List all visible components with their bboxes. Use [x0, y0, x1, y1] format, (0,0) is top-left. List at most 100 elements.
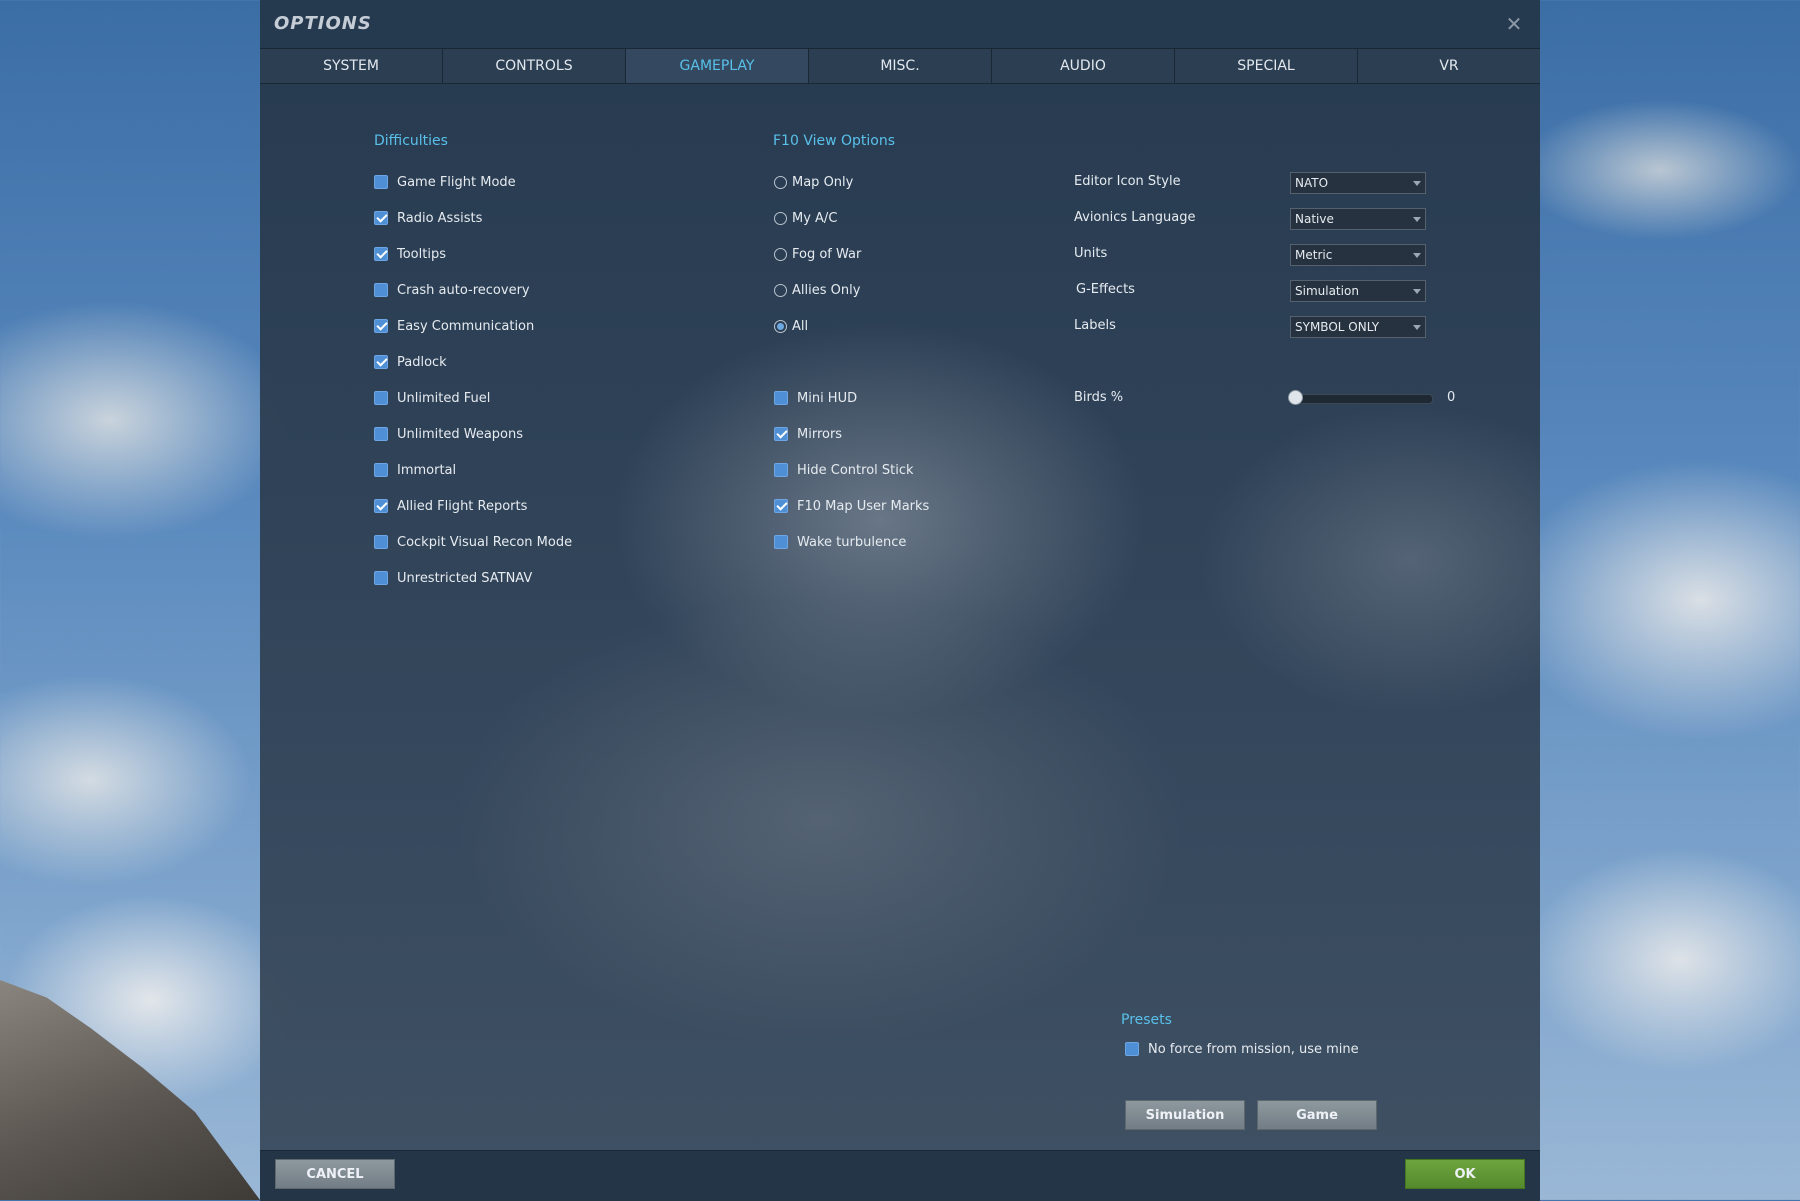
dropdown-value: Simulation: [1295, 284, 1359, 298]
f10-radio-label: My A/C: [792, 210, 838, 226]
f10-check-row-mini-hud[interactable]: Mini HUD: [774, 388, 857, 408]
difficulty-checkbox[interactable]: [374, 391, 388, 405]
difficulty-row-game-flight-mode[interactable]: Game Flight Mode: [374, 172, 516, 192]
f10-radio-row-allies-only[interactable]: Allies Only: [774, 280, 860, 300]
difficulty-row-easy-communication[interactable]: Easy Communication: [374, 316, 534, 336]
difficulty-row-tooltips[interactable]: Tooltips: [374, 244, 446, 264]
f10-radio-button[interactable]: [774, 247, 787, 261]
f10-checkbox[interactable]: [774, 427, 788, 441]
setting-dropdown-avionics-language[interactable]: Native: [1290, 208, 1426, 230]
no-force-checkbox-row[interactable]: No force from mission, use mine: [1125, 1039, 1359, 1059]
f10-check-row-mirrors[interactable]: Mirrors: [774, 424, 842, 444]
tab-misc[interactable]: MISC.: [809, 49, 992, 83]
difficulty-checkbox[interactable]: [374, 211, 388, 225]
chevron-down-icon: [1413, 325, 1421, 330]
difficulty-checkbox[interactable]: [374, 175, 388, 189]
ok-button[interactable]: OK: [1405, 1159, 1525, 1189]
rock-background: [0, 980, 260, 1200]
difficulty-checkbox[interactable]: [374, 535, 388, 549]
f10-checkbox[interactable]: [774, 535, 788, 549]
setting-dropdown-g-effects[interactable]: Simulation: [1290, 280, 1426, 302]
setting-label-g-effects: G-Effects: [1076, 282, 1135, 297]
difficulty-label: Radio Assists: [397, 210, 483, 226]
f10-radio-row-all[interactable]: All: [774, 316, 808, 336]
f10-radio-button[interactable]: [774, 319, 787, 333]
f10-checkbox[interactable]: [774, 499, 788, 513]
close-icon[interactable]: ✕: [1502, 12, 1526, 36]
preset-simulation-button[interactable]: Simulation: [1125, 1100, 1245, 1130]
difficulty-checkbox[interactable]: [374, 571, 388, 585]
f10-check-row-f10-map-user-marks[interactable]: F10 Map User Marks: [774, 496, 929, 516]
dropdown-value: NATO: [1295, 176, 1329, 190]
dropdown-value: Native: [1295, 212, 1334, 226]
difficulty-checkbox[interactable]: [374, 499, 388, 513]
cancel-button[interactable]: CANCEL: [275, 1159, 395, 1189]
setting-dropdown-units[interactable]: Metric: [1290, 244, 1426, 266]
difficulty-row-immortal[interactable]: Immortal: [374, 460, 456, 480]
preset-game-button[interactable]: Game: [1257, 1100, 1377, 1130]
birds-value: 0: [1447, 390, 1456, 405]
difficulty-checkbox[interactable]: [374, 247, 388, 261]
tab-gameplay[interactable]: GAMEPLAY: [626, 49, 809, 83]
f10-radio-row-map-only[interactable]: Map Only: [774, 172, 853, 192]
f10-radio-row-my-a-c[interactable]: My A/C: [774, 208, 837, 228]
difficulty-row-padlock[interactable]: Padlock: [374, 352, 447, 372]
difficulty-row-cockpit-visual-recon-mode[interactable]: Cockpit Visual Recon Mode: [374, 532, 572, 552]
f10-checkbox[interactable]: [774, 391, 788, 405]
dropdown-value: Metric: [1295, 248, 1333, 262]
difficulty-label: Crash auto-recovery: [397, 282, 530, 298]
chevron-down-icon: [1413, 253, 1421, 258]
difficulty-checkbox[interactable]: [374, 355, 388, 369]
title-bar: OPTIONS ✕: [260, 0, 1540, 48]
f10-radio-button[interactable]: [774, 211, 787, 225]
difficulty-checkbox[interactable]: [374, 319, 388, 333]
birds-slider-handle[interactable]: [1288, 390, 1303, 405]
f10-check-row-hide-control-stick[interactable]: Hide Control Stick: [774, 460, 914, 480]
difficulty-checkbox[interactable]: [374, 427, 388, 441]
difficulty-row-radio-assists[interactable]: Radio Assists: [374, 208, 482, 228]
difficulty-row-allied-flight-reports[interactable]: Allied Flight Reports: [374, 496, 527, 516]
difficulty-checkbox[interactable]: [374, 283, 388, 297]
f10-view-options-title: F10 View Options: [773, 133, 896, 149]
birds-slider-track[interactable]: [1295, 394, 1433, 404]
f10-checkbox-label: F10 Map User Marks: [797, 498, 930, 514]
tab-bar: SYSTEM CONTROLS GAMEPLAY MISC. AUDIO SPE…: [260, 48, 1540, 84]
difficulty-label: Unrestricted SATNAV: [397, 570, 533, 586]
difficulty-row-unlimited-weapons[interactable]: Unlimited Weapons: [374, 424, 523, 444]
no-force-checkbox[interactable]: [1125, 1042, 1139, 1056]
setting-label-units: Units: [1074, 246, 1108, 261]
f10-checkbox-label: Hide Control Stick: [797, 462, 914, 478]
no-force-label: No force from mission, use mine: [1148, 1041, 1359, 1057]
tab-vr[interactable]: VR: [1358, 49, 1540, 83]
difficulty-label: Game Flight Mode: [397, 174, 516, 190]
setting-dropdown-labels[interactable]: SYMBOL ONLY: [1290, 316, 1426, 338]
difficulty-row-crash-auto-recovery[interactable]: Crash auto-recovery: [374, 280, 530, 300]
f10-radio-button[interactable]: [774, 175, 787, 189]
difficulties-title: Difficulties: [374, 133, 448, 149]
chevron-down-icon: [1413, 217, 1421, 222]
setting-dropdown-editor-icon-style[interactable]: NATO: [1290, 172, 1426, 194]
difficulty-checkbox[interactable]: [374, 463, 388, 477]
options-dialog: OPTIONS ✕ SYSTEM CONTROLS GAMEPLAY MISC.…: [260, 0, 1540, 1201]
tab-special[interactable]: SPECIAL: [1175, 49, 1358, 83]
setting-label-editor-icon-style: Editor Icon Style: [1074, 174, 1181, 189]
f10-checkbox[interactable]: [774, 463, 788, 477]
footer-bar: CANCEL OK: [260, 1150, 1540, 1201]
f10-radio-label: All: [792, 318, 809, 334]
difficulty-label: Allied Flight Reports: [397, 498, 528, 514]
difficulty-row-unrestricted-satnav[interactable]: Unrestricted SATNAV: [374, 568, 532, 588]
dialog-title: OPTIONS: [274, 13, 372, 34]
difficulty-label: Padlock: [397, 354, 447, 370]
difficulty-row-unlimited-fuel[interactable]: Unlimited Fuel: [374, 388, 490, 408]
tab-controls[interactable]: CONTROLS: [443, 49, 626, 83]
tab-audio[interactable]: AUDIO: [992, 49, 1175, 83]
tab-system[interactable]: SYSTEM: [260, 49, 443, 83]
setting-label-avionics-language: Avionics Language: [1074, 210, 1196, 225]
f10-check-row-wake-turbulence[interactable]: Wake turbulence: [774, 532, 906, 552]
f10-radio-row-fog-of-war[interactable]: Fog of War: [774, 244, 861, 264]
presets-title: Presets: [1121, 1012, 1172, 1028]
f10-radio-label: Fog of War: [792, 246, 862, 262]
difficulty-label: Cockpit Visual Recon Mode: [397, 534, 573, 550]
f10-radio-label: Allies Only: [792, 282, 861, 298]
f10-radio-button[interactable]: [774, 283, 787, 297]
